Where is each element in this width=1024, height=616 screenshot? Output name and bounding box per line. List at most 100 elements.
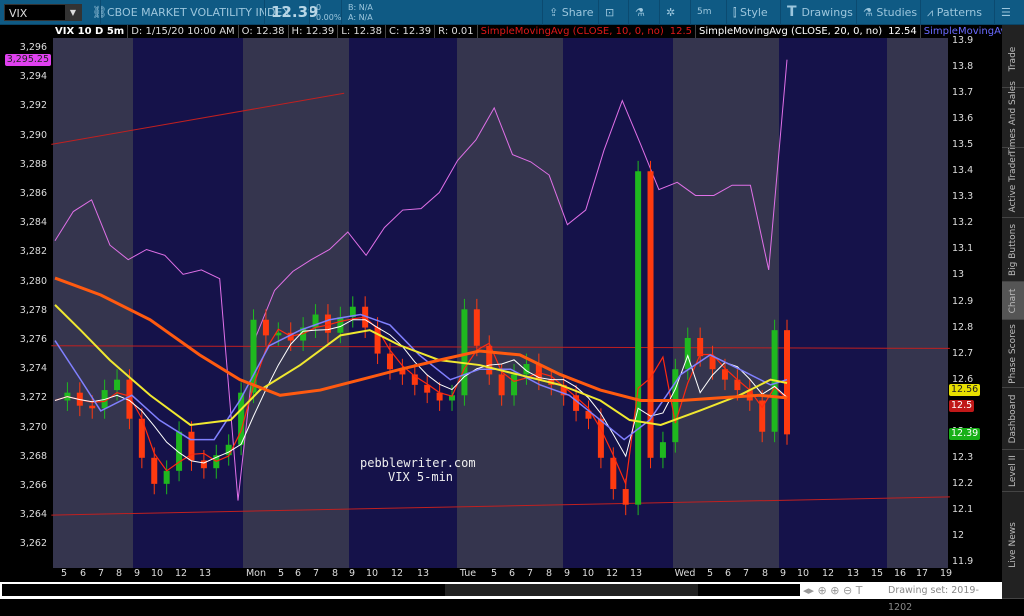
candle: [163, 470, 170, 484]
sidebar-tab-phase-scores[interactable]: Phase Scores: [1002, 320, 1024, 388]
sidebar-tab-trade[interactable]: Trade: [1002, 30, 1024, 88]
left-axis-tick: 3,278: [19, 304, 47, 316]
right-axis-tick: 13.8: [952, 61, 974, 73]
left-axis-tick: 3,294: [19, 71, 47, 83]
session-band: [243, 38, 349, 568]
sidebar-tab-live-news[interactable]: Live News: [1002, 492, 1024, 599]
sidebar-tab-label: Level II: [1008, 454, 1018, 487]
sidebar-tab-active-trader[interactable]: Active Trader: [1002, 148, 1024, 218]
candle: [511, 374, 518, 396]
time-axis-label: 5: [277, 568, 285, 579]
time-axis-label: 9: [133, 568, 141, 579]
time-axis-label: 9: [563, 568, 571, 579]
sidebar-tab-chart[interactable]: Chart: [1002, 282, 1024, 320]
candle: [622, 489, 629, 505]
left-axis-tick: 3,286: [19, 188, 47, 199]
right-axis-tick: 12.9: [952, 295, 974, 307]
session-band: [673, 38, 779, 568]
candle: [697, 337, 704, 357]
session-band: [563, 38, 673, 568]
sidebar-tab-times-and-sales[interactable]: Times And Sales: [1002, 81, 1024, 154]
time-axis-label: 9: [348, 568, 356, 579]
sidebar-tab-label: Times And Sales: [1008, 80, 1018, 155]
time-axis: 5 6 7 8 9 10 12 13 Mon 5 6 7 8 9 10 12 13 Tue 5 6 7 8 9 10 12 13 W…: [0, 568, 1002, 582]
candle: [498, 374, 505, 396]
sidebar-tab-dashboard[interactable]: Dashboard: [1002, 388, 1024, 450]
crosshair-icon[interactable]: ⊕: [818, 584, 831, 597]
sidebar-tab-label: Dashboard: [1008, 394, 1018, 443]
zoom-in-icon[interactable]: ⊕: [830, 584, 843, 597]
candle: [250, 319, 257, 393]
time-axis-label: 8: [761, 568, 769, 579]
right-axis-tick: 12.7: [952, 347, 974, 359]
left-axis-tick: 3,296: [19, 42, 47, 53]
candle: [151, 457, 158, 484]
pan-icon[interactable]: ◂▸: [803, 584, 818, 597]
zoom-out-icon[interactable]: ⊖: [843, 584, 856, 597]
sidebar-tab-big-buttons[interactable]: Big Buttons: [1002, 218, 1024, 282]
candle: [473, 309, 480, 346]
right-axis-tick: 13.1: [952, 243, 974, 255]
right-axis-tick: 12.1: [952, 503, 974, 515]
time-axis-label: 10: [581, 568, 595, 579]
sidebar-tab-label: Big Buttons: [1008, 223, 1018, 276]
left-axis-tick: 3,266: [19, 480, 47, 491]
candle: [486, 345, 493, 375]
chart-tools: ◂▸ ⊕ ⊕ ⊖ T: [803, 582, 862, 599]
candle: [461, 309, 468, 396]
session-band: [779, 38, 887, 568]
right-axis-tick: 13.2: [952, 217, 974, 229]
right-axis-tick: 12.3: [952, 451, 974, 463]
left-axis-tick: 3,264: [19, 509, 47, 521]
time-axis-label: 6: [294, 568, 302, 579]
scrollbar-thumb[interactable]: [445, 584, 698, 596]
time-axis-label: 6: [79, 568, 87, 579]
spx-last-marker: 3,295.25: [4, 54, 51, 66]
left-axis-tick: 3,284: [19, 217, 47, 229]
time-axis-label: 9: [779, 568, 787, 579]
session-band: [133, 38, 243, 568]
left-price-axis: 3,296 3,294 3,292 3,290 3,288 3,286 3,284 3,282…: [0, 38, 53, 568]
time-axis-label: 7: [742, 568, 750, 579]
right-axis-tick: 13.5: [952, 139, 974, 151]
time-axis-label: 13: [416, 568, 430, 579]
left-axis-tick: 3,272: [19, 392, 47, 404]
candle: [659, 442, 666, 458]
time-axis-label: 12: [605, 568, 619, 579]
text-t-icon[interactable]: T: [856, 584, 863, 597]
left-axis-tick: 3,292: [19, 100, 47, 112]
session-band: [887, 38, 948, 568]
candle: [386, 353, 393, 370]
left-axis-tick: 3,288: [19, 158, 47, 170]
drawing-set[interactable]: Drawing set: 2019-1202: [888, 582, 1002, 616]
candle: [635, 171, 642, 505]
time-axis-label: 8: [331, 568, 339, 579]
candle: [610, 457, 617, 490]
right-axis-tick: 11.9: [952, 556, 974, 567]
horizontal-scrollbar[interactable]: [2, 584, 800, 596]
time-axis-label: 12: [821, 568, 835, 579]
sidebar-tab-level-ii[interactable]: Level II: [1002, 450, 1024, 492]
list-icon: ☰: [1001, 6, 1011, 19]
candle: [225, 444, 232, 456]
time-axis-label: 7: [526, 568, 534, 579]
right-axis-tick: 12: [952, 529, 965, 541]
session-band: [457, 38, 563, 568]
watermark: pebblewriter.com VIX 5-min: [360, 456, 476, 484]
time-axis-label: 8: [545, 568, 553, 579]
time-axis-label: Tue: [459, 568, 477, 579]
time-axis-label: 6: [724, 568, 732, 579]
left-axis-tick: 3,270: [19, 421, 47, 433]
time-axis-label: 13: [198, 568, 212, 579]
sidebar-tab-label: Phase Scores: [1008, 323, 1018, 384]
bottom-bar: ◂▸ ⊕ ⊕ ⊖ T Drawing set: 2019-1202: [0, 582, 1002, 613]
sidebar-tab-label: Chart: [1008, 288, 1018, 313]
time-axis-label: Wed: [674, 568, 696, 579]
price-chart[interactable]: [0, 0, 1002, 582]
time-axis-label: 5: [60, 568, 68, 579]
time-axis-label: 8: [115, 568, 123, 579]
time-axis-label: 7: [312, 568, 320, 579]
right-axis-tick: 13: [952, 269, 965, 281]
left-axis-tick: 3,282: [19, 246, 47, 258]
left-axis-tick: 3,290: [19, 129, 47, 141]
